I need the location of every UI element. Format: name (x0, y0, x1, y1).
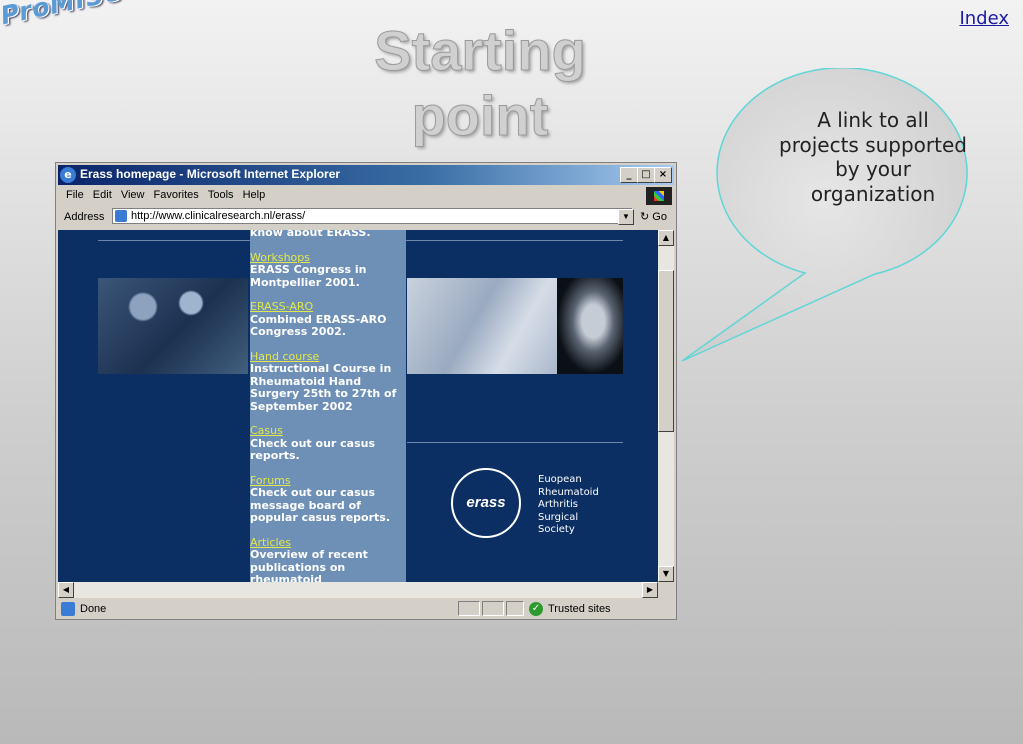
menu-tools[interactable]: Tools (208, 189, 234, 201)
society-line: Rheumatoid (538, 486, 599, 498)
maximize-button[interactable]: □ (637, 167, 655, 183)
page-icon (115, 210, 127, 222)
erass-logo: erass (451, 468, 521, 538)
menu-edit[interactable]: Edit (93, 189, 112, 201)
horizontal-scrollbar[interactable]: ◀ ▶ (58, 582, 658, 598)
window-title: Erass homepage - Microsoft Internet Expl… (80, 167, 341, 181)
link-workshops-desc: ERASS Congress in Montpellier 2001. (250, 263, 367, 289)
link-articles-desc: Overview of recent publications on rheum… (250, 548, 368, 582)
page-icon (61, 602, 75, 616)
link-forums-desc: Check out our casus message board of pop… (250, 486, 391, 524)
surgery-photo (98, 278, 248, 374)
go-arrow-icon: ↻ (640, 211, 650, 223)
menu-help[interactable]: Help (243, 189, 266, 201)
society-name: Euopean Rheumatoid Arthritis Surgical So… (538, 474, 599, 537)
go-label: Go (652, 211, 667, 223)
society-line: Surgical (538, 511, 579, 523)
security-zone: Trusted sites (548, 603, 611, 615)
ie-window: e Erass homepage - Microsoft Internet Ex… (55, 162, 677, 620)
scroll-thumb[interactable] (658, 270, 674, 432)
status-segment (506, 601, 524, 616)
society-line: Arthritis (538, 499, 579, 510)
trusted-check-icon: ✓ (529, 602, 543, 616)
windows-logo-icon (646, 187, 672, 205)
address-dropdown-button[interactable]: ▼ (618, 209, 634, 225)
hand-drawing-image (407, 278, 557, 374)
status-segment (482, 601, 504, 616)
intro-text: know about ERASS. (250, 230, 371, 239)
go-button[interactable]: ↻ Go (640, 210, 667, 223)
title-bar: e Erass homepage - Microsoft Internet Ex… (58, 165, 674, 185)
status-segment (458, 601, 480, 616)
scroll-right-button[interactable]: ▶ (642, 582, 658, 598)
scroll-left-button[interactable]: ◀ (58, 582, 74, 598)
link-erass-aro-desc: Combined ERASS-ARO Congress 2002. (250, 312, 387, 338)
society-line: Euopean (538, 474, 582, 485)
ie-icon: e (60, 167, 76, 183)
promise-logo: ProMISe (0, 0, 125, 31)
society-line: Society (538, 524, 575, 535)
index-link[interactable]: Index (959, 8, 1009, 29)
url-text: http://www.clinicalresearch.nl/erass/ (131, 210, 306, 222)
menu-view[interactable]: View (121, 189, 145, 201)
menu-favorites[interactable]: Favorites (154, 189, 199, 201)
divider (407, 442, 623, 443)
close-button[interactable]: × (654, 167, 672, 183)
link-erass-aro[interactable]: ERASS-ARO (250, 300, 406, 314)
slide-title: Starting point (374, 19, 587, 148)
page-content: know about ERASS. Workshops ERASS Congre… (58, 230, 658, 582)
link-hand-course-desc: Instructional Course in Rheumatoid Hand … (250, 362, 397, 413)
link-casus-desc: Check out our casus reports. (250, 436, 376, 462)
callout-text: A link to all projects supported by your… (779, 108, 967, 206)
address-bar: Address http://www.clinicalresearch.nl/e… (58, 207, 674, 227)
address-input[interactable]: http://www.clinicalresearch.nl/erass/ (112, 208, 632, 224)
menu-bar: File Edit View Favorites Tools Help (58, 187, 674, 205)
minimize-button[interactable]: _ (620, 167, 638, 183)
vertical-scrollbar[interactable]: ▲ ▼ (658, 230, 674, 582)
scroll-down-button[interactable]: ▼ (658, 566, 674, 582)
link-casus[interactable]: Casus (250, 424, 406, 438)
status-bar: Done ✓ Trusted sites (58, 600, 674, 618)
nav-column: know about ERASS. Workshops ERASS Congre… (250, 230, 406, 582)
hand-xray-image (557, 278, 623, 374)
address-label: Address (64, 211, 105, 223)
status-text: Done (80, 603, 107, 615)
scroll-up-button[interactable]: ▲ (658, 230, 674, 246)
menu-file[interactable]: File (66, 189, 84, 201)
